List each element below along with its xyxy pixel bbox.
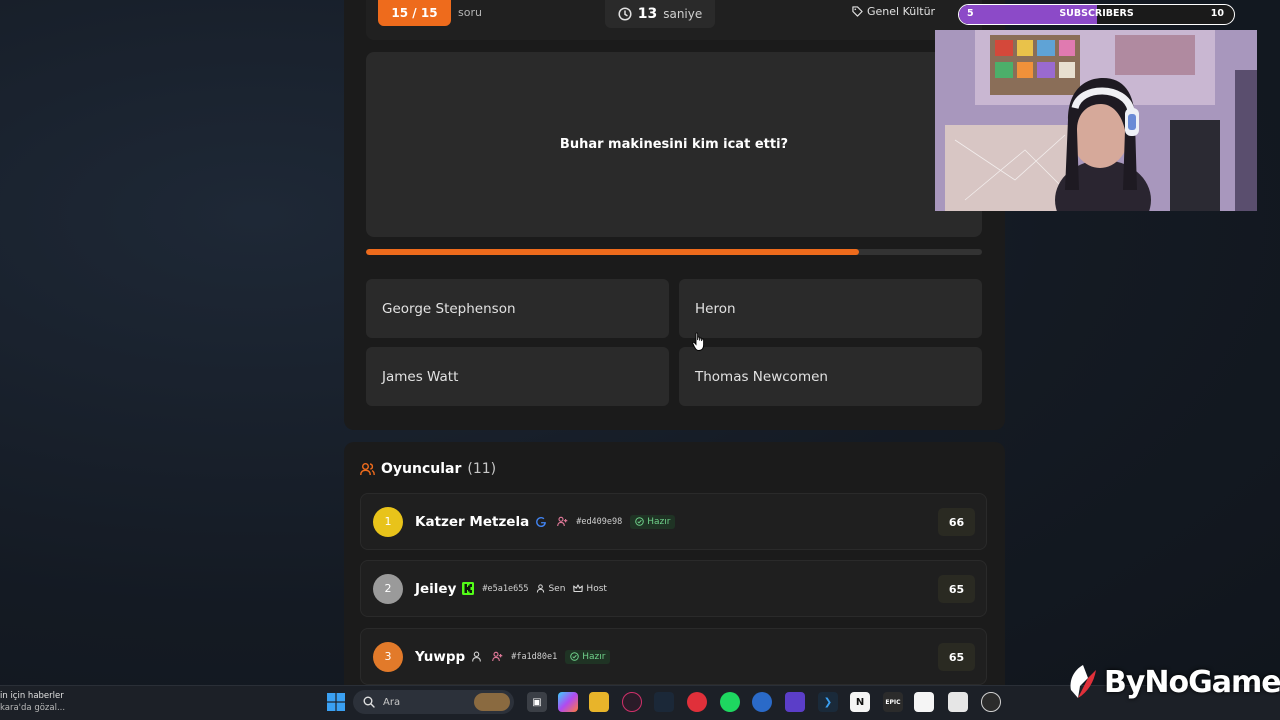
- vscode-icon[interactable]: ❯: [818, 692, 838, 712]
- rank-badge: 1: [373, 506, 403, 537]
- check-circle-icon: [570, 652, 580, 661]
- player-row: 3 Yuwpp #fa1d80e1 Hazır 65: [360, 628, 987, 685]
- file-explorer-icon[interactable]: [589, 692, 609, 712]
- google-icon: [535, 516, 547, 528]
- players-title: Oyuncular: [381, 461, 462, 477]
- copilot-icon[interactable]: [558, 692, 578, 712]
- task-view-icon[interactable]: ▣: [527, 692, 547, 712]
- rank-badge: 2: [373, 573, 403, 604]
- opera-gx-icon[interactable]: [622, 692, 642, 712]
- webcam-scene: [935, 30, 1257, 211]
- question-counter: 15 / 15: [378, 0, 451, 26]
- player-row: 2 Jeiley #e5a1e655 Sen Host 65: [360, 560, 987, 617]
- self-badge: Sen: [536, 584, 565, 594]
- user-plus-icon[interactable]: [557, 516, 568, 527]
- player-name: Katzer Metzela: [415, 513, 530, 530]
- clock-icon: [618, 7, 632, 21]
- search-icon: [363, 696, 375, 708]
- subscriber-label: SUBSCRIBERS: [1059, 8, 1134, 19]
- player-score: 65: [938, 643, 975, 671]
- players-header: Oyuncular (11): [360, 461, 496, 477]
- host-label: Host: [586, 583, 607, 594]
- obs-icon[interactable]: [981, 692, 1001, 712]
- app-white-icon[interactable]: [914, 692, 934, 712]
- brand-name: ByNoGame: [1104, 664, 1280, 700]
- player-name: Jeiley: [415, 580, 457, 597]
- taskbar-search[interactable]: Ara: [353, 690, 514, 714]
- subscriber-goal: 10: [1210, 8, 1224, 19]
- hand-cursor-icon: [692, 332, 706, 352]
- timer-unit: saniye: [663, 7, 703, 21]
- bynogame-logo: ByNoGame: [1066, 664, 1280, 700]
- timer: 13 saniye: [605, 0, 715, 28]
- users-icon: [360, 462, 375, 476]
- player-id: #e5a1e655: [482, 583, 529, 594]
- self-label: Sen: [548, 583, 566, 594]
- player-id: #fa1d80e1: [511, 651, 558, 662]
- steam-icon[interactable]: [654, 692, 674, 712]
- app-light-icon[interactable]: [948, 692, 968, 712]
- answer-option-4[interactable]: Thomas Newcomen: [679, 347, 982, 406]
- category-label: Genel Kültür: [867, 5, 936, 18]
- time-progress-fill: [366, 249, 859, 255]
- ready-label: Hazır: [647, 516, 671, 527]
- question-box: Buhar makinesini kim icat etti?: [366, 52, 982, 237]
- ready-label: Hazır: [582, 651, 606, 662]
- player-name: Yuwpp: [415, 648, 466, 665]
- crown-icon: [573, 584, 584, 593]
- answer-option-2[interactable]: Heron: [679, 279, 982, 338]
- player-row: 1 Katzer Metzela #ed409e98 Hazır 66: [360, 493, 987, 550]
- news-line-1: in için haberler: [0, 691, 64, 701]
- players-count: (11): [467, 461, 497, 477]
- news-line-2: kara'da gözal...: [0, 703, 66, 713]
- answer-option-1[interactable]: George Stephenson: [366, 279, 669, 338]
- tag-icon: [852, 6, 863, 17]
- question-counter-label: soru: [458, 6, 482, 19]
- question-text: Buhar makinesini kim icat etti?: [559, 137, 789, 152]
- user-icon: [471, 651, 482, 662]
- player-id: #ed409e98: [576, 516, 623, 527]
- rank-badge: 3: [373, 641, 403, 672]
- kick-icon: [462, 582, 475, 595]
- spotify-icon[interactable]: [720, 692, 740, 712]
- search-placeholder: Ara: [383, 696, 401, 708]
- notion-icon[interactable]: N: [850, 692, 870, 712]
- user-icon: [536, 584, 545, 593]
- category-tag: Genel Kültür: [852, 5, 935, 18]
- app-blue-icon[interactable]: [752, 692, 772, 712]
- ready-badge: Hazır: [565, 649, 611, 664]
- host-badge: Host: [573, 584, 607, 594]
- subscriber-goal-bar: 5 SUBSCRIBERS 10: [958, 4, 1235, 25]
- player-score: 66: [938, 508, 975, 536]
- epic-games-icon[interactable]: EPIC: [883, 692, 903, 712]
- timer-value: 13: [637, 6, 658, 22]
- answer-option-3[interactable]: James Watt: [366, 347, 669, 406]
- app-red-icon[interactable]: [687, 692, 707, 712]
- bynogame-mark-icon: [1066, 664, 1100, 700]
- news-widget[interactable]: in için haberler kara'da gözal...: [0, 690, 65, 714]
- windows-start-icon[interactable]: [327, 693, 345, 715]
- app-purple-icon[interactable]: [785, 692, 805, 712]
- check-circle-icon: [635, 517, 645, 526]
- player-score: 65: [938, 575, 975, 603]
- user-plus-icon[interactable]: [492, 651, 503, 662]
- ready-badge: Hazır: [630, 514, 676, 529]
- time-progress-bar: [366, 249, 982, 255]
- search-highlight-icon: [474, 693, 510, 711]
- webcam-overlay: [935, 30, 1257, 211]
